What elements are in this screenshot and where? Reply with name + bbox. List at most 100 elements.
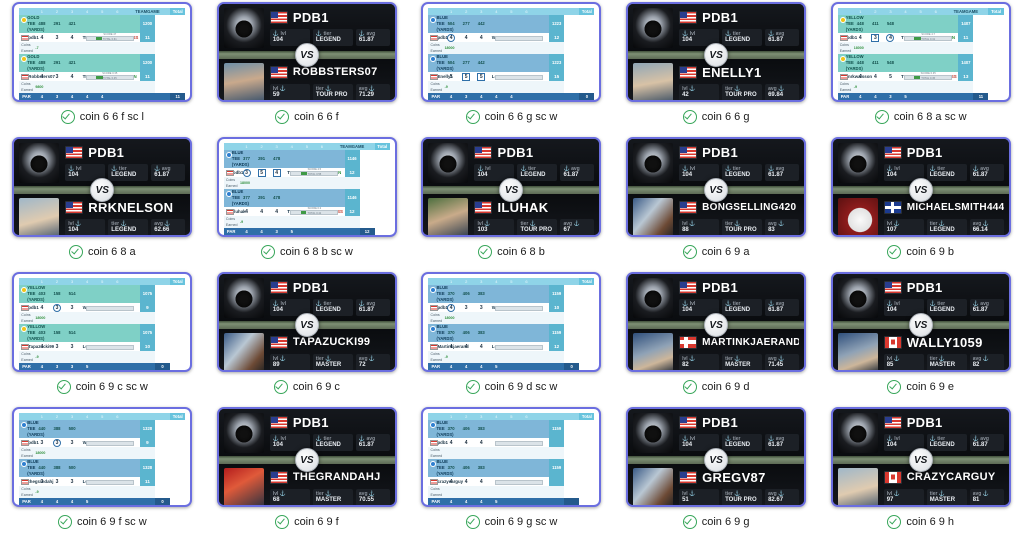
stat-value: 107 [886, 227, 897, 233]
scorecard-card[interactable]: 1 2 3 4 5 6 Total BLUE TEE (YARDS) 370 406 383 1159… [421, 272, 602, 372]
coins-earned-label: Coins Earned [19, 42, 35, 54]
stat-value: 61.87 [972, 172, 988, 178]
par-row: PAR 4 4 3 5 11 [837, 93, 1004, 100]
earn-spacer [284, 216, 360, 228]
hole-header-5: 5 [94, 278, 110, 285]
par-spacer [518, 93, 580, 100]
team-yards-2: 291 [254, 150, 270, 168]
check-circle-icon [465, 515, 480, 529]
stat-value: 71.29 [358, 92, 374, 98]
stat-tier: ⚓ tier LEGEND [312, 434, 353, 451]
bar-bottom-label [97, 444, 123, 446]
team-row: BLUE TEE (YARDS) 440 388 500 1328 [19, 420, 185, 438]
grid-cell-c1: 1 2 3 4 5 6 TEAMGAME Total GOLD TEE (YARDS) 488 29… [0, 2, 205, 137]
player-name: Tapazucki99 [19, 342, 54, 351]
team-yards-2: 158 [49, 324, 65, 342]
club-crest-icon [561, 100, 591, 102]
match-card[interactable]: PDB1 ⚓ lvl 104 ⚓ tier LEGEND ⚓ avg 61.87 VS BONG… [626, 137, 807, 237]
match-card[interactable]: PDB1 ⚓ lvl 104 ⚓ tier LEGEND ⚓ avg 61.87 VS THEG… [216, 407, 397, 507]
team-name: YELLOW TEE (YARDS) [837, 54, 864, 72]
par-value-2: 3 [458, 93, 474, 100]
caption-text: coin 6 9 c [292, 381, 340, 393]
scorecard-header-row: 1 2 3 4 5 6 Total [428, 278, 595, 285]
match-card[interactable]: PDB1 ⚓ lvl 104 ⚓ tier LEGEND ⚓ avg 61.87 VS MICH… [830, 137, 1011, 237]
bar-bottom-label: TOTAL 0.45 [102, 77, 117, 80]
par-value-1: 4 [238, 228, 255, 235]
hole-header-6: 6 [518, 8, 535, 15]
grid-cell-c13: 1 2 3 4 5 6 Total BLUE TEE (YARDS) 370 406 383 1159… [409, 272, 614, 407]
match-card[interactable]: PDB1 ⚓ lvl 104 ⚓ tier LEGEND ⚓ avg 61.87 VS ROBB… [216, 2, 397, 102]
scorecard-card[interactable]: 1 2 3 4 5 6 TEAMGAME Total YELLOW TEE (YARDS) 448… [830, 2, 1011, 102]
hole-header-2: 2 [49, 413, 65, 420]
team-total: 1328 [139, 420, 155, 438]
hole-header-1: 1 [34, 8, 50, 15]
match-card[interactable]: PDB1 ⚓ lvl 104 ⚓ tier LEGEND ⚓ avg 61.87 VS MART… [626, 272, 807, 372]
team-name: BLUE TEE (YARDS) [19, 459, 44, 477]
team-total: 1146 [344, 150, 360, 168]
check-circle-icon [60, 110, 75, 124]
vs-badge: VS [908, 178, 933, 202]
stat-value: 61.87 [972, 307, 988, 313]
scorecard-card[interactable]: 1 2 3 4 5 6 Total BLUE TEE (YARDS) 504 277 442 1223… [421, 2, 602, 102]
match-card[interactable]: PDB1 ⚓ lvl 104 ⚓ tier LEGEND ⚓ avg 61.87 VS CRAZ… [830, 407, 1011, 507]
bar-bottom-label [506, 483, 532, 485]
coins-earned-value: -9 [34, 486, 80, 498]
player-name: PDB1 [906, 414, 943, 430]
player-name: pdb1 [19, 33, 39, 42]
team-yards-3: 421 [64, 15, 80, 33]
team-name: BLUE TEE (YARDS) [428, 15, 454, 33]
match-card[interactable]: PDB1 ⚓ lvl 104 ⚓ tier LEGEND ⚓ avg 61.87 VS GREG… [626, 407, 807, 507]
player-score-row: pdb1434TIESCORE 47TOTAL 0.61LOSS11 [19, 33, 185, 42]
team-yards-2: 411 [867, 15, 883, 33]
earn-spacer [488, 312, 565, 324]
player-score-3: 3 [64, 438, 80, 447]
match-card[interactable]: PDB1 ⚓ lvl 104 ⚓ tier LEGEND ⚓ avg 61.87 VS WALL… [830, 272, 1011, 372]
stat-value: MASTER [725, 362, 751, 368]
scorecard-card[interactable]: 1 2 3 4 5 6 TEAMGAME Total GOLD TEE (YARDS) 488 29… [12, 2, 193, 102]
par-label: PAR [223, 228, 239, 235]
stat-tier: tier ⚓ LEGEND [108, 219, 149, 235]
player-name: PDB1 [88, 144, 125, 160]
player-name: PDB1 [497, 144, 534, 160]
grid-cell-c8: PDB1 ⚓ lvl 104 ⚓ tier LEGEND ⚓ avg 61.87 VS ILUH… [409, 137, 614, 272]
score-bar-cell [494, 342, 543, 351]
team-yards-2: 388 [49, 420, 65, 438]
flag-icon-us [65, 200, 84, 214]
bar-bottom-label: TOTAL 0.45 [921, 77, 936, 80]
scorecard-header-row: 1 2 3 4 5 6 TEAMGAME Total [837, 8, 1004, 15]
hole-header-4: 4 [79, 8, 95, 15]
match-card[interactable]: PDB1 ⚓ lvl 104 ⚓ tier LEGEND ⚓ avg 61.87 VS TAPA… [216, 272, 397, 372]
flag-icon-us [679, 10, 698, 24]
scorecard-card[interactable]: 1 2 3 4 5 6 TEAMGAME Total BLUE TEE (YARDS) 377 29… [216, 137, 397, 237]
match-card[interactable]: PDB1 ⚓ lvl 104 ⚓ tier LEGEND ⚓ avg 61.87 VS ENEL… [626, 2, 807, 102]
team-total: 1200 [139, 54, 155, 72]
team-total: 1159 [549, 459, 565, 477]
stat-tier: ⚓ tier LEGEND [926, 164, 967, 181]
stat-value: TOUR PRO [520, 227, 553, 233]
vs-divider: VS [628, 448, 805, 472]
stat-value: 61.87 [768, 37, 784, 43]
club-crest-icon [152, 100, 182, 102]
score-bar-cell [494, 438, 543, 447]
avatar [633, 278, 674, 318]
check-circle-icon [682, 110, 697, 124]
par-value-2: 3 [49, 363, 65, 370]
player-score-row: Martinkjaerand444LOSS12 [428, 342, 594, 351]
scorecard-card[interactable]: 1 2 3 4 5 6 Total YELLOW TEE (YARDS) 403 158 514 10… [12, 272, 193, 372]
player-name: pdb1 [223, 168, 243, 177]
card-caption: coin 6 9 c [273, 380, 340, 394]
score-circle: 3 [52, 438, 61, 447]
par-spacer [503, 498, 565, 505]
match-card[interactable]: PDB1 ⚓ lvl 104 ⚓ tier LEGEND ⚓ avg 61.87 VS ILUH… [421, 137, 602, 237]
score-square: 5 [257, 168, 266, 177]
match-card[interactable]: PDB1 ⚓ lvl 104 ⚓ tier LEGEND ⚓ avg 61.87 VS RRKN… [12, 137, 193, 237]
stat-value: 82.67 [768, 497, 784, 503]
par-value-3: 3 [882, 93, 898, 100]
stat-lvl: lvl ⚓ 59 [269, 84, 310, 100]
coins-earned-label: Coins Earned [837, 81, 853, 93]
scorecard-card[interactable]: 1 2 3 4 5 6 Total BLUE TEE (YARDS) 370 406 383 1159… [421, 407, 602, 507]
team-yards-3: 442 [473, 15, 489, 33]
par-row: PAR 4 4 4 5 0 [428, 363, 594, 370]
scorecard-card[interactable]: 1 2 3 4 5 6 Total BLUE TEE (YARDS) 440 388 500 1328… [12, 407, 193, 507]
player-score-2: 5 [458, 72, 474, 81]
